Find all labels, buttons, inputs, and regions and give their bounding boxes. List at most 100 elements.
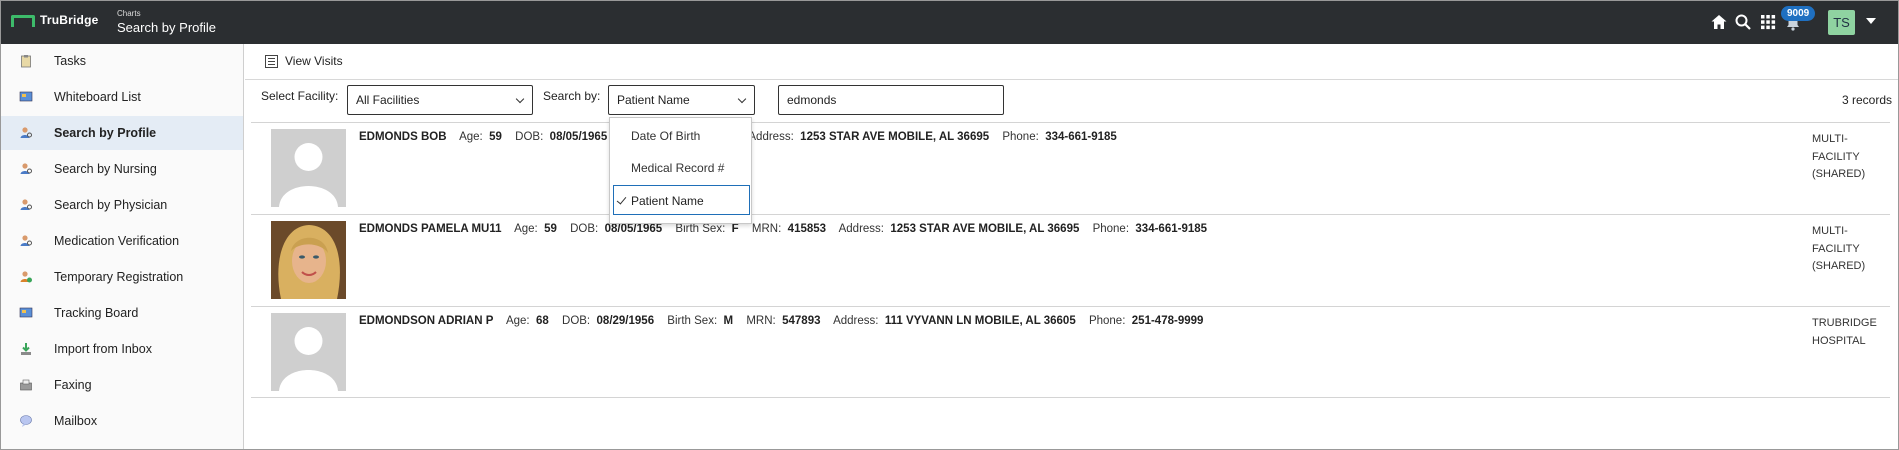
person-search-icon [19,162,33,176]
sidebar-item-label: Temporary Registration [54,270,184,284]
patient-info: EDMONDSON ADRIAN P Age: 68 DOB: 08/29/19… [359,315,1203,327]
clipboard-icon [19,54,33,68]
sidebar-item-medication-verification[interactable]: Medication Verification [1,224,243,258]
patient-mrn: 547893 [782,315,821,327]
search-by-option-patient-name[interactable]: Patient Name [613,185,750,215]
birth-sex-label: Birth Sex: [667,315,718,327]
trubridge-logo[interactable]: TruBridge [11,13,98,27]
checkmark-icon [616,194,627,205]
dob-label: DOB: [570,223,599,235]
patient-phone: 334-661-9185 [1135,223,1208,235]
person-search-icon [19,198,33,212]
sidebar-item-tracking-board[interactable]: Tracking Board [1,296,243,330]
mailbox-icon [19,414,33,428]
table-row[interactable]: EDMONDS BOB Age: 59 DOB: 08/05/19650166 … [251,122,1890,214]
search-by-select[interactable]: Patient Name [608,85,755,115]
search-by-select-value: Patient Name [617,93,690,107]
chevron-down-icon[interactable] [1866,18,1876,24]
sidebar-item-search-by-nursing[interactable]: Search by Nursing [1,152,243,186]
phone-label: Phone: [1002,131,1039,143]
patient-dob: 08/05/1965 [549,131,608,143]
sidebar-item-whiteboard-list[interactable]: Whiteboard List [1,80,243,114]
search-filters: Select Facility: All Facilities Search b… [245,80,1898,117]
logo-text: TruBridge [40,13,99,27]
table-row[interactable]: EDMONDSON ADRIAN P Age: 68 DOB: 08/29/19… [251,306,1890,398]
patient-age: 59 [544,223,557,235]
top-header: TruBridge Charts Search by Profile 9009 … [1,1,1898,44]
search-by-option-medical-record[interactable]: Medical Record # [610,153,753,183]
sidebar-item-search-by-physician[interactable]: Search by Physician [1,188,243,222]
search-input[interactable] [778,85,1004,115]
person-search-icon [19,126,33,140]
patient-phone: 251-478-9999 [1131,315,1204,327]
search-by-dropdown-menu: Date Of Birth Medical Record # Patient N… [609,117,752,224]
patient-address: 111 VYVANN LN MOBILE, AL 36605 [884,315,1076,327]
search-by-option-date-of-birth[interactable]: Date Of Birth [610,121,753,151]
sidebar-item-search-by-profile[interactable]: Search by Profile [1,116,243,150]
facility-info: TRUBRIDGE HOSPITAL [1812,315,1890,350]
address-label: Address: [748,131,794,143]
whiteboard-icon [19,306,33,320]
apps-grid-icon[interactable] [1759,13,1777,31]
toolbar: View Visits [245,44,1898,80]
facility-select[interactable]: All Facilities [347,85,533,115]
facility-label: Select Facility: [261,89,339,103]
mrn-label: MRN: [746,315,776,327]
facility-line: (SHARED) [1812,168,1866,180]
sidebar-item-label: Faxing [54,378,92,392]
search-by-label: Search by: [543,89,601,103]
user-avatar[interactable]: TS [1828,10,1855,35]
patient-mrn: 415853 [787,223,827,235]
view-visits-button[interactable]: View Visits [265,54,343,68]
sidebar-item-import-from-inbox[interactable]: Import from Inbox [1,332,243,366]
address-label: Address: [838,223,884,235]
import-icon [19,342,33,356]
mrn-label: MRN: [751,223,782,235]
search-icon[interactable] [1734,13,1752,31]
sidebar-item-tasks[interactable]: Tasks [1,44,243,78]
patient-photo [271,221,346,299]
person-search-icon [19,234,33,248]
records-count: 3 records [1841,93,1892,107]
patient-address: 1253 STAR AVE MOBILE, AL 36695 [800,131,990,143]
view-visits-label: View Visits [285,54,343,68]
logo-mark-icon [11,13,35,27]
sidebar-item-label: Search by Nursing [54,162,157,176]
facility-line: HOSPITAL [1812,334,1866,347]
patient-birth-sex: M [723,315,734,327]
facility-line: FACILITY [1812,242,1860,255]
sidebar-item-faxing[interactable]: Faxing [1,368,243,402]
patient-birth-sex: F [731,223,739,235]
facility-line: MULTI- [1812,225,1848,237]
breadcrumb-parent[interactable]: Charts [117,10,216,18]
facility-line: MULTI- [1812,133,1848,145]
person-add-icon [19,270,33,284]
sidebar-item-label: Medication Verification [54,234,180,248]
sidebar-item-temporary-registration[interactable]: Temporary Registration [1,260,243,294]
facility-line: (SHARED) [1812,260,1866,272]
list-icon [265,54,278,68]
breadcrumb: Charts Search by Profile [117,10,216,35]
patient-name[interactable]: EDMONDS BOB [359,131,447,143]
sidebar-item-label: Search by Profile [54,126,157,140]
birth-sex-label: Birth Sex: [675,223,726,235]
facility-info: MULTI- FACILITY (SHARED) [1812,223,1890,276]
sidebar-item-mailbox[interactable]: Mailbox [1,404,243,438]
age-label: Age: [459,131,483,143]
table-row[interactable]: EDMONDS PAMELA MU11 Age: 59 DOB: 08/05/1… [251,214,1890,306]
facility-select-value: All Facilities [356,93,420,107]
sidebar-item-label: Import from Inbox [54,342,152,356]
notification-badge[interactable]: 9009 [1781,6,1816,21]
patient-info: EDMONDS PAMELA MU11 Age: 59 DOB: 08/05/1… [359,223,1207,235]
phone-label: Phone: [1088,315,1126,327]
patient-photo-placeholder [271,313,346,391]
whiteboard-icon [19,90,33,104]
page-title: Search by Profile [117,20,216,35]
patient-name[interactable]: EDMONDS PAMELA MU11 [359,223,502,235]
patient-dob: 08/29/1956 [596,315,655,327]
home-icon[interactable] [1710,13,1728,31]
patient-name[interactable]: EDMONDSON ADRIAN P [359,315,493,327]
address-label: Address: [833,315,879,327]
chevron-down-icon [515,94,525,104]
patient-address: 1253 STAR AVE MOBILE, AL 36695 [890,223,1080,235]
